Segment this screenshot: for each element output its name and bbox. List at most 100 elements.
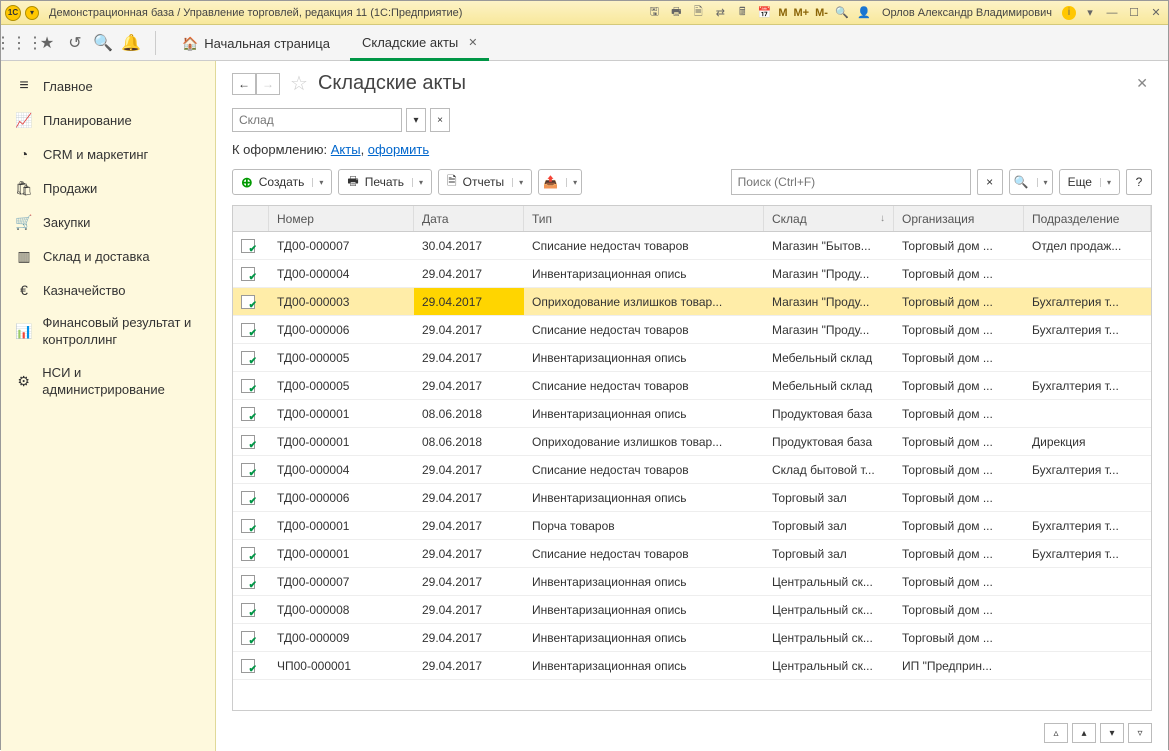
- table-row[interactable]: ✔ТД00-00000529.04.2017Списание недостач …: [233, 372, 1151, 400]
- link-acts[interactable]: Акты: [331, 142, 361, 157]
- cell-number: ТД00-000005: [269, 344, 414, 371]
- filter-clear-button[interactable]: ×: [430, 108, 450, 132]
- row-status-icon: ✔: [233, 232, 269, 259]
- user-name: Орлов Александр Владимирович: [882, 7, 1052, 19]
- cell-store: Продуктовая база: [764, 428, 894, 455]
- table-row[interactable]: ✔ТД00-00000929.04.2017Инвентаризационная…: [233, 624, 1151, 652]
- cell-dept: [1024, 596, 1151, 623]
- help-button[interactable]: ?: [1126, 169, 1152, 195]
- reports-button[interactable]: 🗎Отчеты▾: [438, 169, 532, 195]
- table-row[interactable]: ✔ТД00-00000629.04.2017Инвентаризационная…: [233, 484, 1151, 512]
- print-label: Печать: [365, 175, 404, 189]
- table-row[interactable]: ✔ТД00-00000729.04.2017Инвентаризационная…: [233, 568, 1151, 596]
- search-clear-button[interactable]: ×: [977, 169, 1003, 195]
- cell-store: Продуктовая база: [764, 400, 894, 427]
- create-button[interactable]: ⊕Создать▾: [232, 169, 332, 195]
- more-button[interactable]: Еще▾: [1059, 169, 1120, 195]
- table-row[interactable]: ✔ТД00-00000108.06.2018Инвентаризационная…: [233, 400, 1151, 428]
- search-input[interactable]: [731, 169, 971, 195]
- table-row[interactable]: ✔ТД00-00000629.04.2017Списание недостач …: [233, 316, 1151, 344]
- cell-store: Магазин "Бытов...: [764, 232, 894, 259]
- cell-dept: [1024, 568, 1151, 595]
- maximize-icon[interactable]: ☐: [1126, 5, 1142, 21]
- sidebar-item-admin[interactable]: ⚙НСИ и администрирование: [1, 357, 215, 407]
- filter-dropdown-button[interactable]: ▾: [406, 108, 426, 132]
- minimize-icon[interactable]: —: [1104, 5, 1120, 21]
- col-dept[interactable]: Подразделение: [1024, 206, 1151, 231]
- cell-type: Списание недостач товаров: [524, 316, 764, 343]
- sidebar-item-sales[interactable]: 🛍Продажи: [1, 171, 215, 205]
- table-row[interactable]: ✔ТД00-00000730.04.2017Списание недостач …: [233, 232, 1151, 260]
- sort-arrow-icon: ↓: [880, 213, 885, 224]
- sidebar-item-warehouse[interactable]: ▥Склад и доставка: [1, 239, 215, 273]
- table-row[interactable]: ✔ТД00-00000129.04.2017Списание недостач …: [233, 540, 1151, 568]
- preview-icon[interactable]: 🗎: [690, 5, 706, 21]
- cell-org: Торговый дом ...: [894, 260, 1024, 287]
- sidebar-item-crm[interactable]: ◔CRM и маркетинг: [1, 137, 215, 171]
- sidebar-item-finance[interactable]: 📊Финансовый результат и контроллинг: [1, 307, 215, 357]
- print-button[interactable]: 🖶Печать▾: [338, 169, 432, 195]
- scroll-down-button[interactable]: ▾: [1100, 723, 1124, 743]
- col-icon[interactable]: [233, 206, 269, 231]
- bell-icon[interactable]: 🔔: [121, 33, 141, 53]
- more-label: Еще: [1068, 175, 1092, 189]
- planning-icon: 📈: [15, 111, 33, 129]
- back-button[interactable]: ←: [232, 73, 256, 95]
- sidebar-item-purchases[interactable]: 🛒Закупки: [1, 205, 215, 239]
- search-button[interactable]: 🔍▾: [1009, 169, 1053, 195]
- table-row[interactable]: ✔ТД00-00000129.04.2017Порча товаровТорго…: [233, 512, 1151, 540]
- tab-close-icon[interactable]: ✕: [468, 36, 477, 49]
- apps-icon[interactable]: ⋮⋮⋮: [9, 33, 29, 53]
- table-row[interactable]: ✔ТД00-00000429.04.2017Списание недостач …: [233, 456, 1151, 484]
- close-page-icon[interactable]: ✕: [1132, 71, 1152, 96]
- table-row[interactable]: ✔ТД00-00000108.06.2018Оприходование изли…: [233, 428, 1151, 456]
- forward-button[interactable]: →: [256, 73, 280, 95]
- scroll-top-button[interactable]: ▵: [1044, 723, 1068, 743]
- col-number[interactable]: Номер: [269, 206, 414, 231]
- table-row[interactable]: ✔ТД00-00000829.04.2017Инвентаризационная…: [233, 596, 1151, 624]
- dropdown-icon[interactable]: ▾: [25, 6, 39, 20]
- sales-icon: 🛍: [15, 179, 33, 197]
- warehouse-filter-input[interactable]: [232, 108, 402, 132]
- compare-icon[interactable]: ⇄: [712, 5, 728, 21]
- scroll-bottom-button[interactable]: ▿: [1128, 723, 1152, 743]
- tab-warehouse-acts[interactable]: Складские акты ✕: [350, 27, 490, 61]
- cell-type: Инвентаризационная опись: [524, 652, 764, 679]
- row-status-icon: ✔: [233, 596, 269, 623]
- col-org[interactable]: Организация: [894, 206, 1024, 231]
- table-row[interactable]: ✔ЧП00-00000129.04.2017Инвентаризационная…: [233, 652, 1151, 680]
- favorite-toggle-icon[interactable]: ☆: [290, 71, 308, 96]
- tb-dropdown-icon[interactable]: ▾: [1082, 5, 1098, 21]
- search-toolbar-icon[interactable]: 🔍: [93, 33, 113, 53]
- cell-date: 29.04.2017: [414, 540, 524, 567]
- tab-start-page[interactable]: Начальная страница: [170, 27, 342, 61]
- sidebar-item-main[interactable]: Главное: [1, 69, 215, 103]
- memory-mplus[interactable]: M+: [794, 7, 810, 19]
- col-store[interactable]: Склад↓: [764, 206, 894, 231]
- info-icon[interactable]: i: [1062, 6, 1076, 20]
- link-create[interactable]: оформить: [368, 142, 429, 157]
- window-close-icon[interactable]: ✕: [1148, 5, 1164, 21]
- user-icon[interactable]: 👤: [856, 5, 872, 21]
- tab-start-label: Начальная страница: [204, 36, 330, 51]
- memory-m[interactable]: M: [778, 7, 787, 19]
- cell-dept: [1024, 652, 1151, 679]
- zoom-icon[interactable]: 🔍: [834, 5, 850, 21]
- calendar-icon[interactable]: 📅: [756, 5, 772, 21]
- scroll-up-button[interactable]: ▴: [1072, 723, 1096, 743]
- table-row[interactable]: ✔ТД00-00000329.04.2017Оприходование изли…: [233, 288, 1151, 316]
- col-type[interactable]: Тип: [524, 206, 764, 231]
- save-icon[interactable]: 🖫: [646, 5, 662, 21]
- memory-mminus[interactable]: M-: [815, 7, 828, 19]
- calc-icon[interactable]: 🖩: [734, 5, 750, 21]
- export-button[interactable]: 📤▾: [538, 169, 582, 195]
- sidebar-item-treasury[interactable]: €Казначейство: [1, 273, 215, 307]
- col-date[interactable]: Дата: [414, 206, 524, 231]
- table-row[interactable]: ✔ТД00-00000529.04.2017Инвентаризационная…: [233, 344, 1151, 372]
- row-status-icon: ✔: [233, 624, 269, 651]
- favorite-icon[interactable]: ★: [37, 33, 57, 53]
- history-icon[interactable]: ↺: [65, 33, 85, 53]
- print-icon[interactable]: 🖶: [668, 5, 684, 21]
- table-row[interactable]: ✔ТД00-00000429.04.2017Инвентаризационная…: [233, 260, 1151, 288]
- sidebar-item-planning[interactable]: 📈Планирование: [1, 103, 215, 137]
